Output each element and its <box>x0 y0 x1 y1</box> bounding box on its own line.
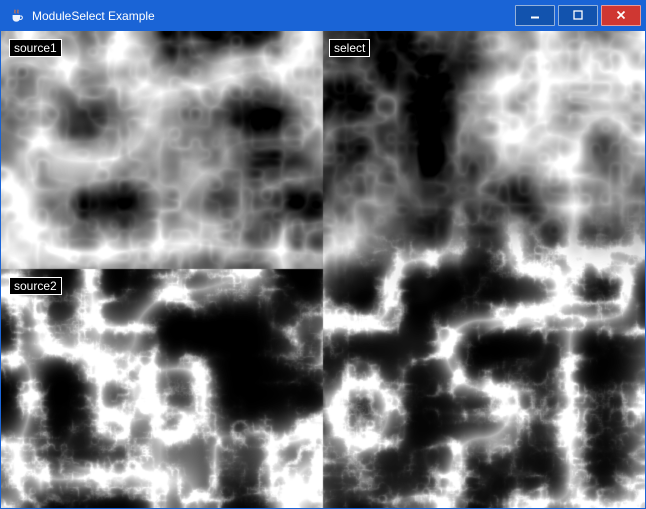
minimize-icon <box>530 8 540 23</box>
minimize-button[interactable] <box>515 5 555 26</box>
maximize-icon <box>573 8 583 23</box>
app-window: ModuleSelect Example source1 select s <box>0 0 646 509</box>
maximize-button[interactable] <box>558 5 598 26</box>
window-controls <box>515 5 641 26</box>
titlebar[interactable]: ModuleSelect Example <box>1 1 645 31</box>
label-select: select <box>329 39 370 57</box>
window-title: ModuleSelect Example <box>32 1 155 31</box>
close-icon <box>616 8 626 23</box>
noise-render-canvas <box>1 31 645 508</box>
label-source2: source2 <box>9 277 62 295</box>
close-button[interactable] <box>601 5 641 26</box>
client-area: source1 select source2 <box>1 31 645 508</box>
label-source1: source1 <box>9 39 62 57</box>
java-icon <box>9 8 25 24</box>
